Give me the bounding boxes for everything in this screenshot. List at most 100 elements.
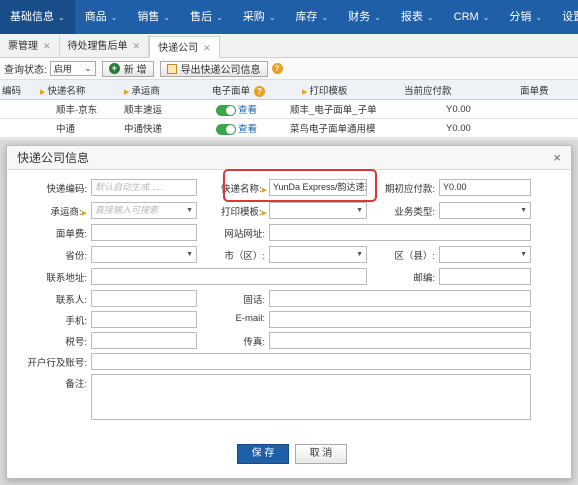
tax-input[interactable] [91, 332, 197, 349]
add-button-label: 新 增 [123, 65, 147, 76]
nav-item-finance[interactable]: 财务 ⌄ [338, 0, 391, 34]
fax-label: 传真: [243, 337, 265, 348]
chevron-down-icon: ⌄ [321, 13, 329, 22]
add-button[interactable]: + 新 增 [101, 60, 154, 77]
nav-label: 财务 [348, 11, 371, 23]
current-payable: Y0.00 [446, 103, 471, 115]
phone-input[interactable] [269, 290, 531, 307]
county-label: 区（县）: [394, 251, 435, 262]
tax-label: 税号: [65, 337, 87, 348]
template-select[interactable]: ▼ [269, 202, 367, 219]
address-label: 联系地址: [46, 273, 87, 284]
tab-label: 待处理售后单 [67, 41, 128, 52]
nav-item-settings[interactable]: 设置 [552, 0, 578, 34]
column-header: ▶ 快递名称 [40, 85, 86, 97]
carrier-label: 承运商:▶ [50, 207, 87, 218]
code-input[interactable]: 默认自动生成...... [91, 179, 197, 196]
table-header: 编码 ▶ 快递名称 ▶ 承运商 电子面单? ▶ 打印模板 当前应付款 面单费 [0, 80, 578, 100]
chevron-down-icon: ▼ [186, 251, 193, 258]
chevron-down-icon: ▼ [520, 251, 527, 258]
chevron-down-icon: ▼ [520, 207, 527, 214]
address-input[interactable] [91, 268, 367, 285]
close-icon[interactable]: ✕ [43, 41, 51, 51]
zip-input[interactable] [439, 268, 531, 285]
tab-label: 快递公司 [158, 43, 199, 54]
remark-textarea[interactable] [91, 374, 531, 420]
city-select[interactable]: ▼ [269, 246, 367, 263]
top-nav: 基础信息 ⌄ 商品 ⌄ 销售 ⌄ 售后 ⌄ 采购 ⌄ 库存 ⌄ 财务 ⌄ 报表 ⌄ CRM ⌄ 分… [0, 0, 578, 34]
sort-icon: ▶ [302, 88, 308, 96]
e-waybill-toggle[interactable] [216, 104, 236, 116]
chevron-down-icon: ⌄ [216, 13, 223, 22]
nav-item-reports[interactable]: 报表 ⌄ [391, 0, 444, 34]
table-row[interactable]: 中通 中通快递 查看 菜鸟电子面单通用模 Y0.00 [0, 119, 578, 138]
table-row[interactable]: 顺丰-京东 顺丰速运 查看 顺丰_电子面单_子单 Y0.00 [0, 100, 578, 119]
phone-label: 固话: [243, 295, 265, 306]
carrier-name: 中通快递 [124, 124, 163, 135]
e-waybill-toggle[interactable] [216, 123, 236, 135]
carrier-select[interactable]: 直接输入可搜索 ▼ [91, 202, 197, 219]
tab-express-company[interactable]: 快递公司 ✕ [149, 36, 220, 58]
nav-item-purchase[interactable]: 采购 ⌄ [233, 0, 286, 34]
close-icon[interactable]: ✕ [133, 41, 141, 51]
website-input[interactable] [269, 224, 531, 241]
print-template: 菜鸟电子面单通用模 [290, 124, 376, 135]
chevron-down-icon: ⌄ [163, 13, 171, 22]
nav-item-goods[interactable]: 商品 ⌄ [75, 0, 128, 34]
contact-label: 联系人: [55, 295, 87, 306]
mobile-input[interactable] [91, 311, 197, 328]
view-link[interactable]: 查看 [238, 105, 257, 116]
nav-label: 商品 [84, 11, 107, 23]
express-company-dialog: 快递公司信息 × 快递编码: 默认自动生成...... 快递名称:▶ YunDa… [6, 145, 572, 479]
status-filter-select[interactable]: 启用 ⌄ [49, 61, 96, 76]
column-header: ▶ 打印模板 [302, 85, 348, 97]
nav-label: 售后 [190, 11, 213, 23]
chevron-down-icon: ⌄ [426, 13, 434, 22]
code-label: 快递编码: [46, 184, 87, 195]
nav-item-crm[interactable]: CRM ⌄ [444, 0, 500, 34]
initial-payable-input[interactable]: Y0.00 [439, 179, 531, 196]
province-select[interactable]: ▼ [91, 246, 197, 263]
required-icon: ▶ [81, 210, 87, 217]
tab-pending-after-sales[interactable]: 待处理售后单 ✕ [60, 35, 150, 57]
nav-item-after-sales[interactable]: 售后 ⌄ [180, 0, 233, 34]
email-label: E-mail: [235, 313, 265, 324]
tab-invoice-management[interactable]: 票管理 ✕ [0, 35, 60, 57]
view-link[interactable]: 查看 [238, 124, 257, 135]
fax-input[interactable] [269, 332, 531, 349]
contact-input[interactable] [91, 290, 197, 307]
nav-label: 分销 [509, 11, 532, 23]
biz-type-select[interactable]: ▼ [439, 202, 531, 219]
fee-label: 面单费: [55, 229, 87, 240]
email-input[interactable] [269, 311, 531, 328]
toolbar: 查询状态: 启用 ⌄ + 新 增 导出快递公司信息 ? [0, 58, 578, 80]
nav-item-inventory[interactable]: 库存 ⌄ [286, 0, 339, 34]
close-icon[interactable]: ✕ [203, 43, 211, 53]
cancel-button[interactable]: 取 消 [295, 444, 347, 464]
sort-icon: ▶ [40, 88, 46, 96]
chevron-down-icon: ⌄ [58, 13, 65, 22]
chevron-down-icon: ▼ [356, 251, 363, 258]
mobile-label: 手机: [65, 316, 87, 327]
fee-input[interactable] [91, 224, 197, 241]
plus-icon: + [108, 63, 120, 74]
nav-label: 采购 [242, 11, 265, 23]
county-select[interactable]: ▼ [439, 246, 531, 263]
close-icon[interactable]: × [553, 150, 561, 165]
chevron-down-icon: ⌄ [482, 13, 490, 22]
nav-item-sales[interactable]: 销售 ⌄ [127, 0, 180, 34]
nav-item-distribution[interactable]: 分销 ⌄ [499, 0, 552, 34]
bank-input[interactable] [91, 353, 531, 370]
nav-item-basic-info[interactable]: 基础信息 ⌄ [0, 0, 75, 34]
chevron-down-icon: ▼ [186, 207, 193, 214]
required-icon: ▶ [261, 210, 267, 217]
carrier-name: 顺丰速运 [124, 105, 163, 116]
chevron-down-icon: ⌄ [535, 13, 543, 22]
save-button[interactable]: 保 存 [237, 444, 289, 464]
status-filter-label: 查询状态: [4, 65, 47, 76]
e-waybill-cell: 查看 [210, 102, 290, 116]
bank-label: 开户行及账号: [27, 358, 87, 369]
nav-label: 报表 [400, 11, 423, 23]
help-icon[interactable]: ? [271, 63, 283, 74]
export-button[interactable]: 导出快递公司信息 [159, 60, 268, 77]
